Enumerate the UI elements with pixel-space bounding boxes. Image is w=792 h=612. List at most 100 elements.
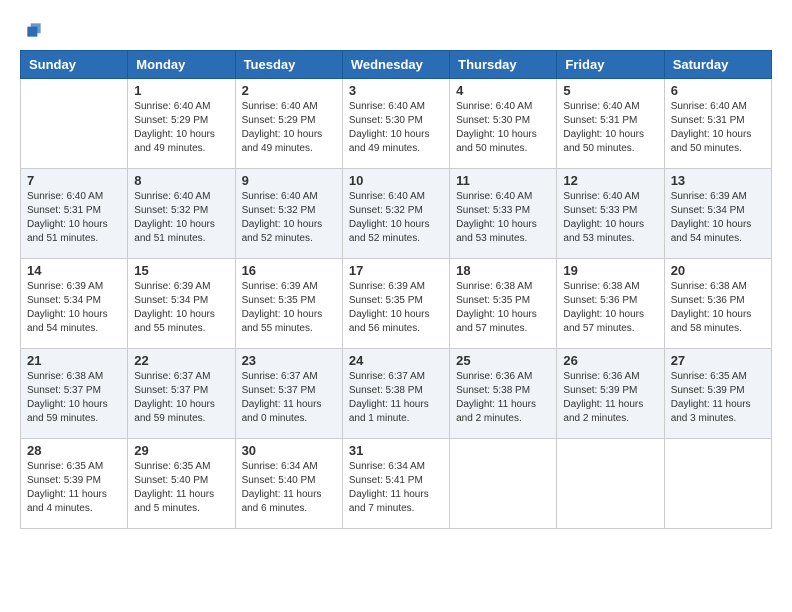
day-info: Sunrise: 6:39 AM Sunset: 5:34 PM Dayligh…	[27, 280, 121, 336]
day-info: Sunrise: 6:37 AM Sunset: 5:37 PM Dayligh…	[242, 370, 336, 426]
day-of-week-header: Saturday	[664, 51, 771, 79]
day-info: Sunrise: 6:36 AM Sunset: 5:38 PM Dayligh…	[456, 370, 550, 426]
calendar-week-row: 28 Sunrise: 6:35 AM Sunset: 5:39 PM Dayli…	[21, 439, 772, 529]
day-of-week-header: Wednesday	[342, 51, 449, 79]
day-number: 8	[134, 173, 228, 188]
day-number: 30	[242, 443, 336, 458]
logo	[20, 20, 44, 40]
day-number: 24	[349, 353, 443, 368]
calendar-cell: 24Sunrise: 6:37 AM Sunset: 5:38 PM Dayli…	[342, 349, 449, 439]
calendar-cell: 19 Sunrise: 6:38 AM Sunset: 5:36 PM Dayli…	[557, 259, 664, 349]
calendar-cell: 4 Sunrise: 6:40 AM Sunset: 5:30 PM Daylig…	[450, 79, 557, 169]
day-number: 9	[242, 173, 336, 188]
day-number: 20	[671, 263, 765, 278]
day-number: 26	[563, 353, 657, 368]
day-info: Sunrise: 6:34 AM Sunset: 5:40 PM Dayligh…	[242, 460, 336, 516]
calendar-cell: 23 Sunrise: 6:37 AM Sunset: 5:37 PM Dayli…	[235, 349, 342, 439]
day-of-week-header: Friday	[557, 51, 664, 79]
calendar-cell: 18 Sunrise: 6:38 AM Sunset: 5:35 PM Dayli…	[450, 259, 557, 349]
day-number: 7	[27, 173, 121, 188]
day-info: Sunrise: 6:40 AM Sunset: 5:32 PM Dayligh…	[242, 190, 336, 246]
calendar-cell: 28 Sunrise: 6:35 AM Sunset: 5:39 PM Dayli…	[21, 439, 128, 529]
day-number: 28	[27, 443, 121, 458]
calendar-cell: 27 Sunrise: 6:35 AM Sunset: 5:39 PM Dayli…	[664, 349, 771, 439]
day-number: 23	[242, 353, 336, 368]
day-info: Sunrise: 6:38 AM Sunset: 5:35 PM Dayligh…	[456, 280, 550, 336]
day-info: Sunrise: 6:35 AM Sunset: 5:40 PM Dayligh…	[134, 460, 228, 516]
day-info: Sunrise: 6:36 AM Sunset: 5:39 PM Dayligh…	[563, 370, 657, 426]
calendar-cell: 16Sunrise: 6:39 AM Sunset: 5:35 PM Dayli…	[235, 259, 342, 349]
day-info: Sunrise: 6:39 AM Sunset: 5:35 PM Dayligh…	[242, 280, 336, 336]
day-info: Sunrise: 6:40 AM Sunset: 5:29 PM Dayligh…	[134, 100, 228, 156]
day-number: 19	[563, 263, 657, 278]
calendar-header-row: SundayMondayTuesdayWednesdayThursdayFrid…	[21, 51, 772, 79]
day-of-week-header: Tuesday	[235, 51, 342, 79]
day-info: Sunrise: 6:40 AM Sunset: 5:31 PM Dayligh…	[27, 190, 121, 246]
day-number: 10	[349, 173, 443, 188]
day-info: Sunrise: 6:40 AM Sunset: 5:31 PM Dayligh…	[563, 100, 657, 156]
calendar-cell: 13Sunrise: 6:39 AM Sunset: 5:34 PM Dayli…	[664, 169, 771, 259]
logo-icon	[24, 20, 44, 40]
day-info: Sunrise: 6:39 AM Sunset: 5:35 PM Dayligh…	[349, 280, 443, 336]
calendar-cell: 30 Sunrise: 6:34 AM Sunset: 5:40 PM Dayli…	[235, 439, 342, 529]
calendar-table: SundayMondayTuesdayWednesdayThursdayFrid…	[20, 50, 772, 529]
day-info: Sunrise: 6:40 AM Sunset: 5:32 PM Dayligh…	[134, 190, 228, 246]
calendar-cell: 25 Sunrise: 6:36 AM Sunset: 5:38 PM Dayli…	[450, 349, 557, 439]
day-info: Sunrise: 6:35 AM Sunset: 5:39 PM Dayligh…	[671, 370, 765, 426]
day-of-week-header: Monday	[128, 51, 235, 79]
day-number: 1	[134, 83, 228, 98]
day-number: 15	[134, 263, 228, 278]
calendar-cell	[664, 439, 771, 529]
calendar-cell: 31 Sunrise: 6:34 AM Sunset: 5:41 PM Dayli…	[342, 439, 449, 529]
calendar-cell: 9 Sunrise: 6:40 AM Sunset: 5:32 PM Daylig…	[235, 169, 342, 259]
calendar-cell: 26 Sunrise: 6:36 AM Sunset: 5:39 PM Dayli…	[557, 349, 664, 439]
calendar-cell: 2 Sunrise: 6:40 AM Sunset: 5:29 PM Daylig…	[235, 79, 342, 169]
day-number: 31	[349, 443, 443, 458]
day-number: 27	[671, 353, 765, 368]
day-number: 2	[242, 83, 336, 98]
calendar-cell: 22 Sunrise: 6:37 AM Sunset: 5:37 PM Dayli…	[128, 349, 235, 439]
day-number: 14	[27, 263, 121, 278]
calendar-week-row: 14 Sunrise: 6:39 AM Sunset: 5:34 PM Dayli…	[21, 259, 772, 349]
calendar-cell: 1 Sunrise: 6:40 AM Sunset: 5:29 PM Daylig…	[128, 79, 235, 169]
day-info: Sunrise: 6:37 AM Sunset: 5:37 PM Dayligh…	[134, 370, 228, 426]
day-of-week-header: Sunday	[21, 51, 128, 79]
day-info: Sunrise: 6:38 AM Sunset: 5:36 PM Dayligh…	[563, 280, 657, 336]
day-info: Sunrise: 6:40 AM Sunset: 5:30 PM Dayligh…	[456, 100, 550, 156]
day-info: Sunrise: 6:40 AM Sunset: 5:33 PM Dayligh…	[563, 190, 657, 246]
calendar-cell: 29 Sunrise: 6:35 AM Sunset: 5:40 PM Dayli…	[128, 439, 235, 529]
day-number: 11	[456, 173, 550, 188]
calendar-cell: 6 Sunrise: 6:40 AM Sunset: 5:31 PM Daylig…	[664, 79, 771, 169]
day-number: 25	[456, 353, 550, 368]
day-number: 6	[671, 83, 765, 98]
day-info: Sunrise: 6:34 AM Sunset: 5:41 PM Dayligh…	[349, 460, 443, 516]
day-info: Sunrise: 6:35 AM Sunset: 5:39 PM Dayligh…	[27, 460, 121, 516]
day-number: 4	[456, 83, 550, 98]
calendar-cell: 17 Sunrise: 6:39 AM Sunset: 5:35 PM Dayli…	[342, 259, 449, 349]
day-number: 21	[27, 353, 121, 368]
calendar-week-row: 7 Sunrise: 6:40 AM Sunset: 5:31 PM Daylig…	[21, 169, 772, 259]
day-number: 29	[134, 443, 228, 458]
calendar-cell: 8 Sunrise: 6:40 AM Sunset: 5:32 PM Daylig…	[128, 169, 235, 259]
calendar-cell: 12 Sunrise: 6:40 AM Sunset: 5:33 PM Dayli…	[557, 169, 664, 259]
day-number: 3	[349, 83, 443, 98]
calendar-cell: 3 Sunrise: 6:40 AM Sunset: 5:30 PM Daylig…	[342, 79, 449, 169]
day-number: 18	[456, 263, 550, 278]
calendar-week-row: 1 Sunrise: 6:40 AM Sunset: 5:29 PM Daylig…	[21, 79, 772, 169]
calendar-cell	[21, 79, 128, 169]
day-info: Sunrise: 6:40 AM Sunset: 5:32 PM Dayligh…	[349, 190, 443, 246]
day-info: Sunrise: 6:39 AM Sunset: 5:34 PM Dayligh…	[134, 280, 228, 336]
day-info: Sunrise: 6:40 AM Sunset: 5:30 PM Dayligh…	[349, 100, 443, 156]
calendar-cell: 10 Sunrise: 6:40 AM Sunset: 5:32 PM Dayli…	[342, 169, 449, 259]
day-info: Sunrise: 6:40 AM Sunset: 5:33 PM Dayligh…	[456, 190, 550, 246]
calendar-cell: 11 Sunrise: 6:40 AM Sunset: 5:33 PM Dayli…	[450, 169, 557, 259]
day-number: 22	[134, 353, 228, 368]
day-info: Sunrise: 6:38 AM Sunset: 5:37 PM Dayligh…	[27, 370, 121, 426]
page-header	[20, 20, 772, 40]
calendar-week-row: 21 Sunrise: 6:38 AM Sunset: 5:37 PM Dayli…	[21, 349, 772, 439]
day-number: 12	[563, 173, 657, 188]
day-info: Sunrise: 6:40 AM Sunset: 5:29 PM Dayligh…	[242, 100, 336, 156]
calendar-cell: 21 Sunrise: 6:38 AM Sunset: 5:37 PM Dayli…	[21, 349, 128, 439]
day-number: 17	[349, 263, 443, 278]
day-info: Sunrise: 6:40 AM Sunset: 5:31 PM Dayligh…	[671, 100, 765, 156]
